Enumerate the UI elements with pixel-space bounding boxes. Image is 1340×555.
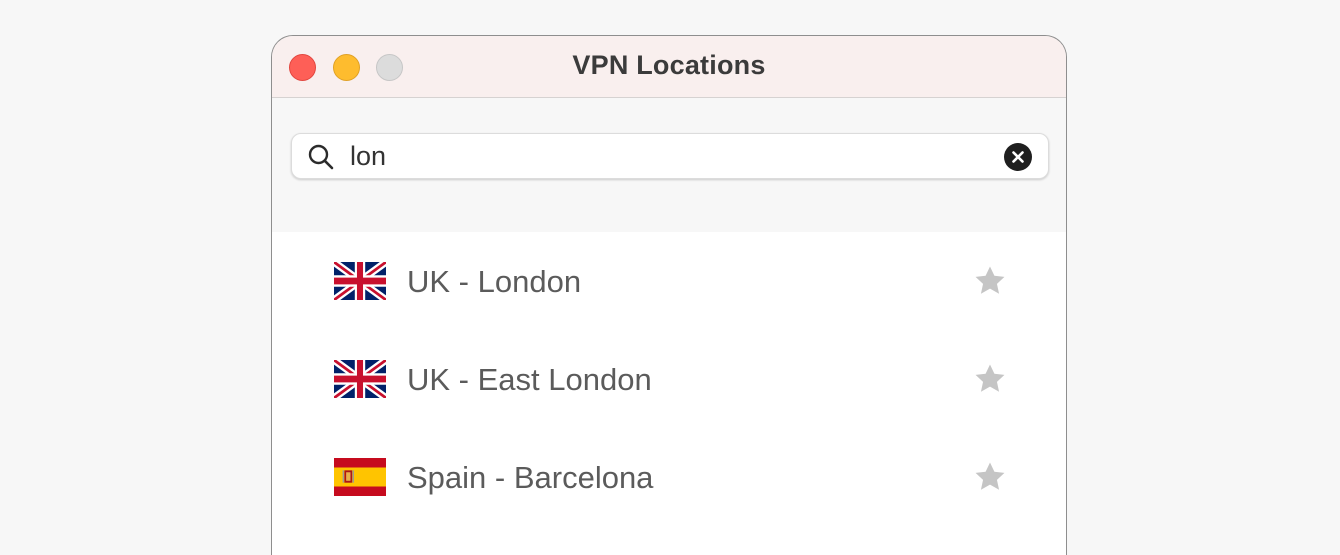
search-icon xyxy=(308,144,334,170)
star-icon[interactable] xyxy=(972,362,1008,396)
uk-flag-icon xyxy=(334,360,386,398)
locations-list: UK - London UK - East London Spain - Bar… xyxy=(272,232,1066,555)
location-row-uk-london[interactable]: UK - London xyxy=(272,232,1066,330)
window-title: VPN Locations xyxy=(572,50,766,80)
uk-flag-icon xyxy=(334,262,386,300)
location-label: UK - London xyxy=(407,264,582,299)
search-field[interactable] xyxy=(291,133,1049,179)
title-bar: VPN Locations xyxy=(272,36,1066,98)
spain-flag-icon xyxy=(334,458,386,496)
vpn-locations-window: VPN Locations UK - London xyxy=(271,35,1067,555)
location-label: UK - East London xyxy=(407,362,652,397)
star-icon[interactable] xyxy=(972,264,1008,298)
location-row-spain-barcelona[interactable]: Spain - Barcelona xyxy=(272,428,1066,526)
star-icon[interactable] xyxy=(972,460,1008,494)
clear-icon[interactable] xyxy=(1004,143,1032,171)
location-row-uk-east-london[interactable]: UK - East London xyxy=(272,330,1066,428)
search-input[interactable] xyxy=(350,140,990,172)
location-label: Spain - Barcelona xyxy=(407,460,654,495)
